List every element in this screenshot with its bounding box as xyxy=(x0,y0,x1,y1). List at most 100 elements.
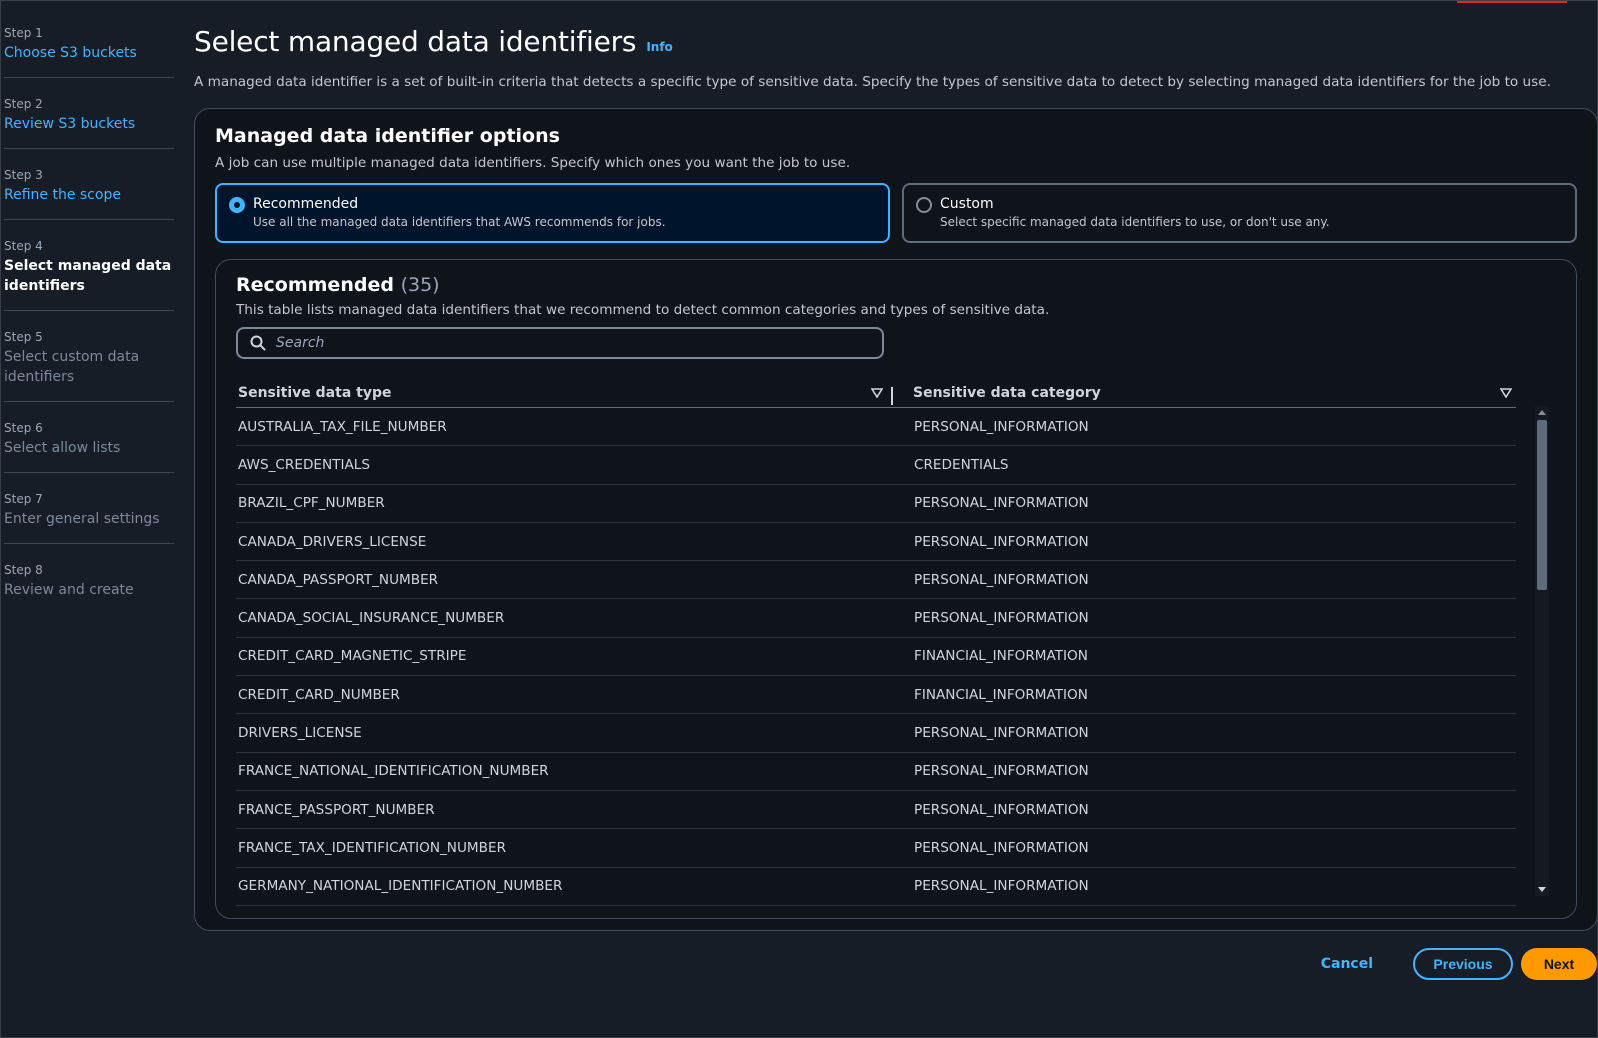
page-description: A managed data identifier is a set of bu… xyxy=(194,74,1551,90)
sort-caret-icon[interactable] xyxy=(1500,387,1512,398)
cell-sensitive-data-type: AUSTRALIA_TAX_FILE_NUMBER xyxy=(238,418,447,435)
step-title-disabled: Select custom data identifiers xyxy=(4,349,140,385)
step-4-current: Step 4 Select managed data identifiers xyxy=(4,234,174,311)
step-number: Step 8 xyxy=(4,563,43,577)
cell-sensitive-data-category: PERSONAL_INFORMATION xyxy=(914,495,1089,512)
column-header-label: Sensitive data type xyxy=(238,384,392,401)
cell-sensitive-data-type: FRANCE_TAX_IDENTIFICATION_NUMBER xyxy=(238,839,507,856)
cell-sensitive-data-category: PERSONAL_INFORMATION xyxy=(914,533,1089,550)
step-6: Step 6 Select allow lists xyxy=(4,416,174,473)
sort-caret-icon[interactable] xyxy=(871,387,883,398)
table-column-header: Sensitive data type Sensitive data categ… xyxy=(236,378,1516,408)
table-title-text: Recommended xyxy=(236,274,394,296)
info-link[interactable]: Info xyxy=(646,40,672,54)
cell-sensitive-data-type: CANADA_SOCIAL_INSURANCE_NUMBER xyxy=(238,610,505,627)
recommended-description: Use all the managed data identifiers tha… xyxy=(253,215,666,229)
cell-sensitive-data-type: CANADA_DRIVERS_LICENSE xyxy=(238,533,427,550)
column-resize-handle[interactable] xyxy=(891,386,893,405)
table-row: GERMANY_NATIONAL_IDENTIFICATION_NUMBER PE… xyxy=(236,868,1516,906)
column-header-label: Sensitive data category xyxy=(913,384,1101,401)
recommended-option-tile[interactable]: Recommended Use all the managed data ide… xyxy=(215,183,890,243)
step-7: Step 7 Enter general settings xyxy=(4,487,174,544)
table-row: CREDIT_CARD_NUMBER FINANCIAL_INFORMATION xyxy=(236,676,1516,715)
step-title-disabled: Enter general settings xyxy=(4,511,160,527)
cell-sensitive-data-category: PERSONAL_INFORMATION xyxy=(914,801,1089,818)
cell-sensitive-data-type: BRAZIL_CPF_NUMBER xyxy=(238,495,385,512)
search-input[interactable] xyxy=(276,335,836,351)
custom-option-tile[interactable]: Custom Select specific managed data iden… xyxy=(902,183,1577,243)
table-row: FRANCE_TAX_IDENTIFICATION_NUMBER PERSONAL… xyxy=(236,829,1516,868)
cell-sensitive-data-type: FRANCE_NATIONAL_IDENTIFICATION_NUMBER xyxy=(238,763,549,780)
table-row: CREDIT_CARD_MAGNETIC_STRIPE FINANCIAL_INF… xyxy=(236,638,1516,677)
table-row: CANADA_SOCIAL_INSURANCE_NUMBER PERSONAL_I… xyxy=(236,599,1516,638)
step-link-choose-s3-buckets[interactable]: Choose S3 buckets xyxy=(4,43,174,63)
step-number: Step 2 xyxy=(4,97,43,111)
cancel-button[interactable]: Cancel xyxy=(1321,956,1373,972)
options-container: Managed data identifier options A job ca… xyxy=(194,108,1598,931)
table-title: Recommended (35) xyxy=(236,274,1556,296)
page-header: Select managed data identifiers Info xyxy=(194,25,1594,58)
cell-sensitive-data-type: CANADA_PASSPORT_NUMBER xyxy=(238,571,439,588)
search-icon xyxy=(250,335,266,351)
cell-sensitive-data-type: CREDIT_CARD_MAGNETIC_STRIPE xyxy=(238,648,467,665)
wizard-footer: Cancel Previous Next xyxy=(1321,948,1597,980)
options-title: Managed data identifier options xyxy=(215,125,560,147)
table-scrollbar[interactable] xyxy=(1535,406,1549,896)
step-2[interactable]: Step 2 Review S3 buckets xyxy=(4,92,174,149)
table-body: AUSTRALIA_TAX_FILE_NUMBER PERSONAL_INFORM… xyxy=(236,408,1516,906)
cell-sensitive-data-category: PERSONAL_INFORMATION xyxy=(914,418,1089,435)
cell-sensitive-data-category: FINANCIAL_INFORMATION xyxy=(914,648,1088,665)
page-header-area: Select managed data identifiers Info A m… xyxy=(194,25,1594,92)
step-link-review-s3-buckets[interactable]: Review S3 buckets xyxy=(4,114,174,134)
cell-sensitive-data-type: AWS_CREDENTIALS xyxy=(238,456,370,473)
step-number: Step 3 xyxy=(4,168,43,182)
column-header-sensitive-data-category[interactable]: Sensitive data category xyxy=(893,385,1516,401)
scroll-up-arrow-icon[interactable] xyxy=(1538,410,1546,415)
top-accent-bar xyxy=(1457,1,1567,3)
step-number: Step 4 xyxy=(4,239,43,253)
table-row: AUSTRALIA_TAX_FILE_NUMBER PERSONAL_INFORM… xyxy=(236,408,1516,447)
search-box[interactable] xyxy=(236,327,884,359)
table-count: (35) xyxy=(400,274,440,296)
table-row: DRIVERS_LICENSE PERSONAL_INFORMATION xyxy=(236,714,1516,753)
step-title-disabled: Select allow lists xyxy=(4,440,121,456)
custom-description: Select specific managed data identifiers… xyxy=(940,215,1330,229)
next-button[interactable]: Next xyxy=(1521,948,1597,980)
column-header-sensitive-data-type[interactable]: Sensitive data type xyxy=(236,384,893,405)
step-number: Step 6 xyxy=(4,421,43,435)
cell-sensitive-data-category: PERSONAL_INFORMATION xyxy=(914,763,1089,780)
previous-button[interactable]: Previous xyxy=(1413,948,1513,980)
recommended-radio[interactable] xyxy=(229,197,245,213)
scroll-thumb[interactable] xyxy=(1537,420,1547,590)
recommended-table-panel: Recommended (35) This table lists manage… xyxy=(215,259,1577,919)
step-number: Step 1 xyxy=(4,26,43,40)
cell-sensitive-data-type: GERMANY_NATIONAL_IDENTIFICATION_NUMBER xyxy=(238,878,563,895)
options-tiles: Recommended Use all the managed data ide… xyxy=(215,183,1577,243)
cell-sensitive-data-type: CREDIT_CARD_NUMBER xyxy=(238,686,400,703)
table-row: CANADA_PASSPORT_NUMBER PERSONAL_INFORMATI… xyxy=(236,561,1516,600)
custom-label: Custom xyxy=(940,196,994,212)
cell-sensitive-data-category: PERSONAL_INFORMATION xyxy=(914,878,1089,895)
table-row: BRAZIL_CPF_NUMBER PERSONAL_INFORMATION xyxy=(236,485,1516,523)
step-current-title: Select managed data identifiers xyxy=(4,258,172,294)
step-number: Step 7 xyxy=(4,492,43,506)
step-title-disabled: Review and create xyxy=(4,582,134,598)
options-description: A job can use multiple managed data iden… xyxy=(215,155,851,171)
step-3[interactable]: Step 3 Refine the scope xyxy=(4,163,174,220)
recommended-label: Recommended xyxy=(253,196,359,212)
table-row: FRANCE_PASSPORT_NUMBER PERSONAL_INFORMATI… xyxy=(236,791,1516,830)
wizard-page: Step 1 Choose S3 buckets Step 2 Review S… xyxy=(0,0,1598,1038)
cell-sensitive-data-type: FRANCE_PASSPORT_NUMBER xyxy=(238,801,435,818)
cell-sensitive-data-category: CREDENTIALS xyxy=(914,456,1009,473)
step-5: Step 5 Select custom data identifiers xyxy=(4,325,174,402)
step-link-refine-scope[interactable]: Refine the scope xyxy=(4,185,174,205)
cell-sensitive-data-category: PERSONAL_INFORMATION xyxy=(914,839,1089,856)
step-number: Step 5 xyxy=(4,330,43,344)
table-description: This table lists managed data identifier… xyxy=(236,302,1050,318)
cell-sensitive-data-category: FINANCIAL_INFORMATION xyxy=(914,686,1088,703)
scroll-down-arrow-icon[interactable] xyxy=(1538,887,1546,892)
table-row: CANADA_DRIVERS_LICENSE PERSONAL_INFORMATI… xyxy=(236,523,1516,562)
step-8: Step 8 Review and create xyxy=(4,558,174,614)
custom-radio[interactable] xyxy=(916,197,932,213)
step-1[interactable]: Step 1 Choose S3 buckets xyxy=(4,21,174,78)
